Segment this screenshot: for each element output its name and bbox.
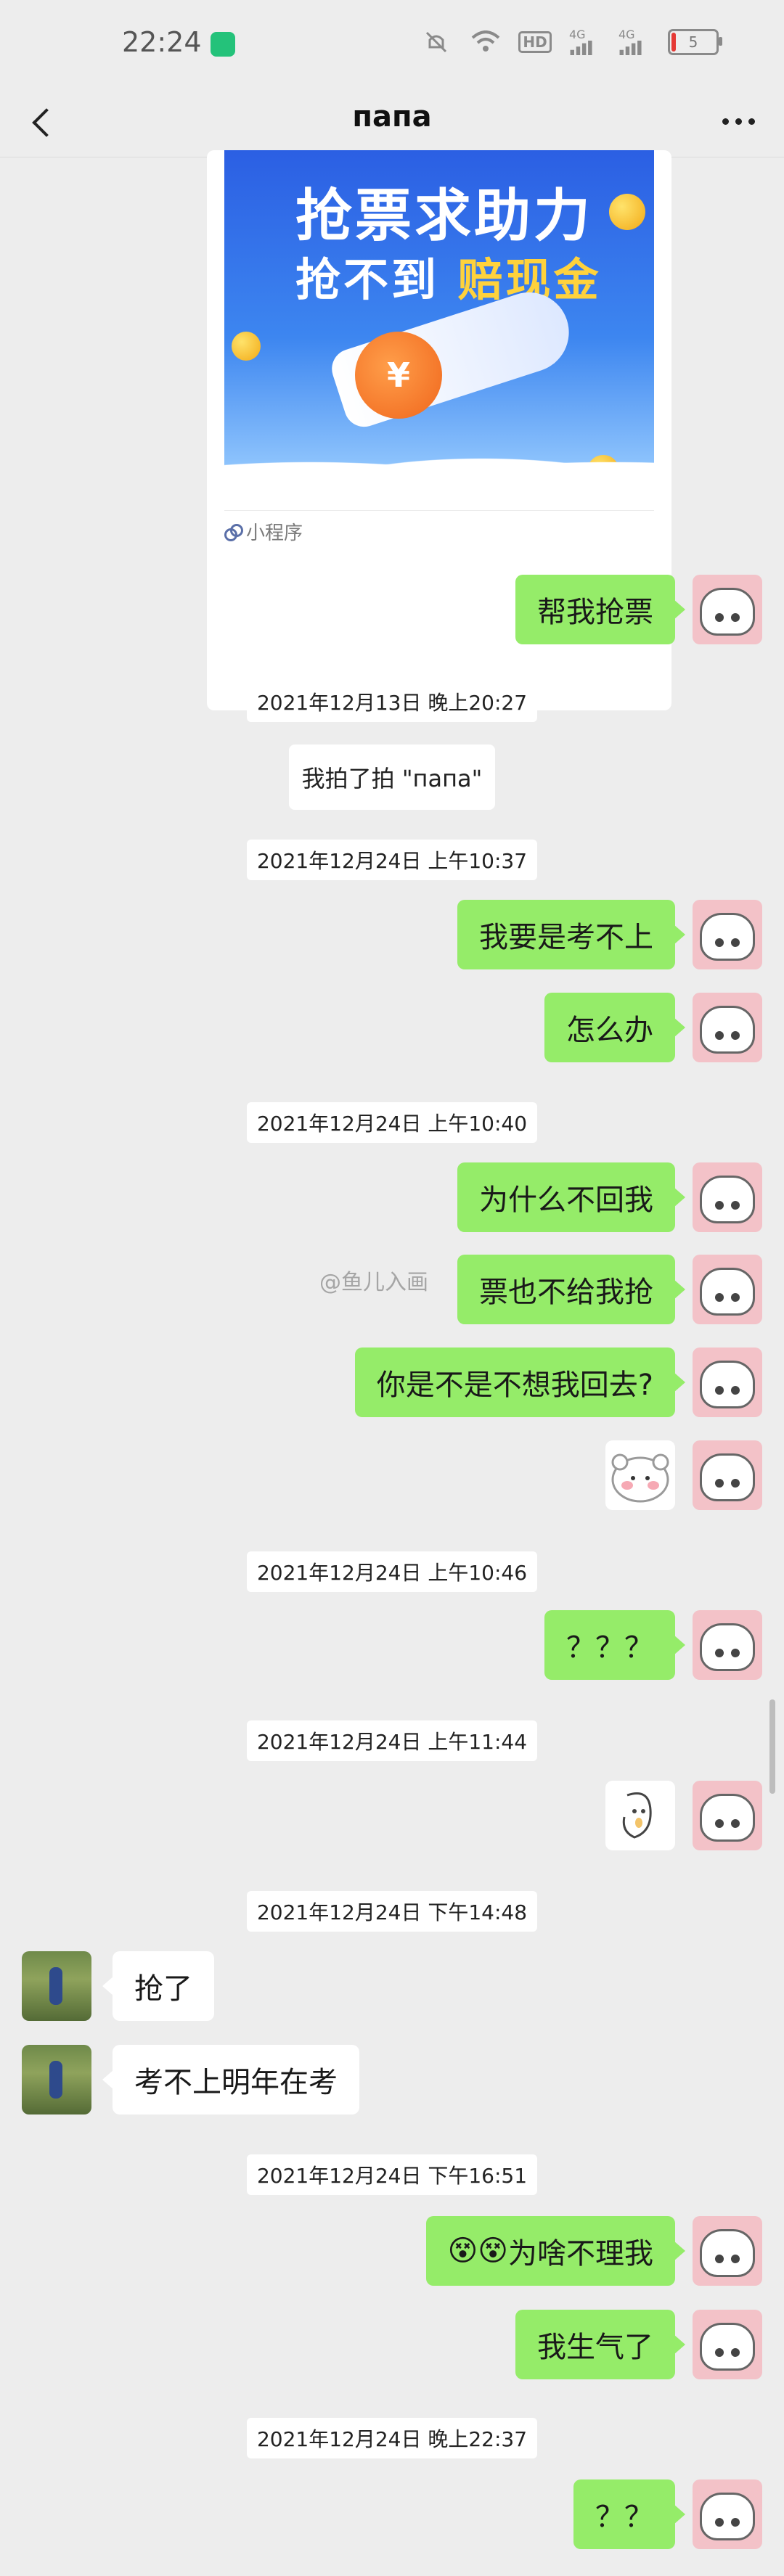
battery-level: 5 — [688, 33, 698, 51]
doodle-sticker-icon — [622, 1792, 652, 1839]
more-dot-icon — [735, 118, 742, 125]
status-bar: 22:24 HD 4G 4G 5 — [0, 0, 784, 87]
timestamp: 2021年12月24日 上午10:46 — [0, 1551, 784, 1592]
coin-icon — [609, 194, 645, 230]
watermark: @鱼儿入画 — [319, 1270, 428, 1295]
my-avatar[interactable] — [693, 1440, 762, 1510]
message-bubble[interactable]: ？？？ — [544, 1610, 685, 1680]
cloud-illustration — [224, 440, 654, 491]
my-avatar[interactable] — [693, 2310, 762, 2379]
battery-icon: 5 — [668, 29, 722, 55]
message-bubble[interactable]: 抢了 — [102, 1951, 214, 2021]
my-avatar[interactable] — [693, 1610, 762, 1680]
my-avatar[interactable] — [693, 575, 762, 644]
my-avatar[interactable] — [693, 1348, 762, 1417]
message-bubble[interactable]: 我生气了 — [515, 2310, 685, 2379]
my-avatar[interactable] — [693, 1255, 762, 1324]
more-dot-icon — [748, 118, 755, 125]
scrollbar[interactable] — [769, 1699, 775, 1794]
message-bubble[interactable]: 你是不是不想我回去? — [354, 1348, 686, 1417]
banner-headline: 抢票求助力 — [295, 184, 594, 249]
message-bubble[interactable]: 考不上明年在考 — [102, 2045, 359, 2114]
mute-icon — [421, 29, 452, 55]
timestamp: 2021年12月24日 下午14:48 — [0, 1891, 784, 1932]
signal-icon: 4G — [569, 29, 600, 55]
timestamp: 2021年12月13日 晚上20:27 — [0, 681, 784, 722]
status-time: 22:24 — [122, 26, 202, 58]
message-bubble[interactable]: 票也不给我抢 — [457, 1255, 685, 1324]
message-bubble[interactable]: 😵😵 为啥不理我 — [425, 2216, 686, 2286]
chat-header: папа — [0, 87, 784, 157]
message-bubble[interactable]: 我要是考不上 — [457, 900, 685, 969]
chat-title: папа — [352, 100, 432, 134]
contact-avatar[interactable] — [22, 2045, 91, 2114]
timestamp: 2021年12月24日 晚上22:37 — [0, 2418, 784, 2458]
my-avatar[interactable] — [693, 1162, 762, 1232]
my-avatar[interactable] — [693, 900, 762, 969]
contact-avatar[interactable] — [22, 1951, 91, 2021]
sticker-message[interactable] — [605, 1781, 675, 1850]
pat-notice: 我拍了拍 "папа" — [0, 745, 784, 810]
yuan-coin-icon: ¥ — [355, 332, 442, 419]
message-bubble[interactable]: ？？ — [573, 2479, 685, 2549]
banner-subline: 抢不到 赔现金 — [295, 253, 602, 306]
more-options-button[interactable] — [713, 103, 764, 139]
mini-program-icon — [224, 523, 243, 541]
bear-sticker-icon — [611, 1453, 669, 1503]
status-icons: HD 4G 4G 5 — [421, 29, 722, 55]
hd-icon: HD — [518, 29, 552, 55]
more-dot-icon — [722, 118, 729, 125]
my-avatar[interactable] — [693, 1781, 762, 1850]
message-bubble[interactable]: 怎么办 — [544, 993, 685, 1062]
message-bubble[interactable]: 为什么不回我 — [457, 1162, 685, 1232]
my-avatar[interactable] — [693, 2216, 762, 2286]
app-notification-icon — [211, 32, 235, 57]
signal-icon-2: 4G — [618, 29, 649, 55]
message-bubble[interactable]: 帮我抢票 — [515, 575, 685, 644]
mini-program-banner: 抢票求助力 抢不到 赔现金 ¥ — [224, 150, 654, 491]
dizzy-emoji-icon: 😵😵 — [447, 2234, 508, 2268]
sticker-message[interactable] — [605, 1440, 675, 1510]
timestamp: 2021年12月24日 下午16:51 — [0, 2154, 784, 2195]
wifi-icon — [470, 29, 501, 55]
timestamp: 2021年12月24日 上午10:40 — [0, 1102, 784, 1143]
my-avatar[interactable] — [693, 2479, 762, 2549]
timestamp: 2021年12月24日 上午10:37 — [0, 840, 784, 880]
message-list[interactable]: 抢票求助力 抢不到 赔现金 ¥ 小程序 帮我抢票 2021年12月13日 晚上2… — [0, 150, 784, 2576]
my-avatar[interactable] — [693, 993, 762, 1062]
mini-program-footer: 小程序 — [224, 510, 654, 545]
coin-icon — [232, 332, 261, 361]
timestamp: 2021年12月24日 上午11:44 — [0, 1720, 784, 1761]
mini-program-label: 小程序 — [246, 522, 303, 544]
